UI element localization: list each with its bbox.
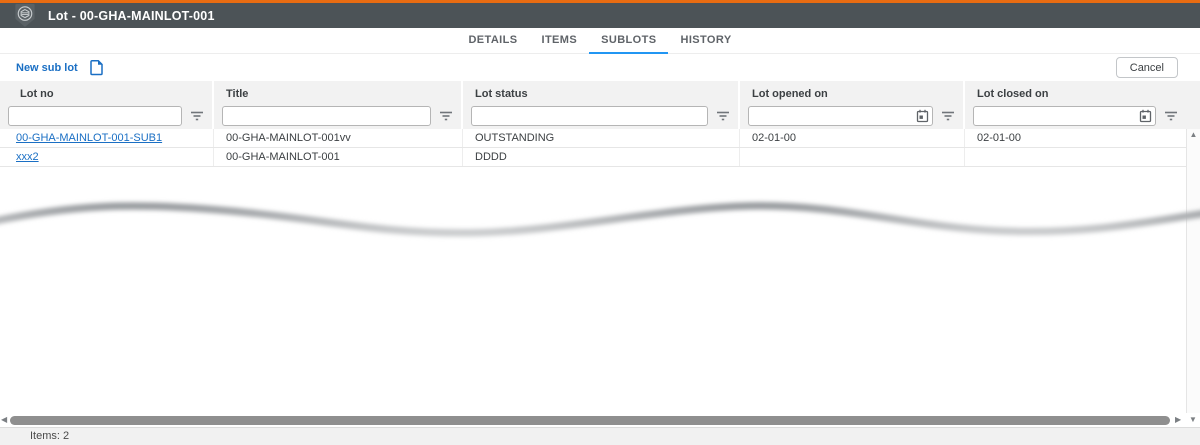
column-headers-row: Lot no Title Lot status Lot opened on Lo…	[0, 81, 1200, 103]
cell-lot-status: OUTSTANDING	[463, 129, 740, 147]
filter-cell-title	[214, 103, 463, 129]
table-row: xxx2 00-GHA-MAINLOT-001 DDDD	[0, 148, 1186, 167]
filter-input-lot-closed-on[interactable]	[973, 106, 1156, 126]
horizontal-scrollbar[interactable]: ◀ ▶ ▼	[0, 413, 1200, 427]
filter-list-icon[interactable]	[439, 111, 453, 121]
cell-lot-no: xxx2	[0, 148, 214, 166]
tab-items[interactable]: ITEMS	[529, 28, 589, 54]
items-count: Items: 2	[30, 430, 69, 442]
scroll-down-arrow-icon[interactable]: ▼	[1189, 413, 1197, 427]
lot-link[interactable]: xxx2	[16, 151, 39, 163]
calendar-icon[interactable]	[1139, 109, 1152, 128]
tab-bar: DETAILS ITEMS SUBLOTS HISTORY	[0, 28, 1200, 54]
toolbar: New sub lot Cancel	[0, 54, 1200, 81]
cell-lot-closed-on	[965, 148, 1186, 166]
scroll-up-arrow-icon[interactable]: ▲	[1187, 130, 1200, 140]
lot-link[interactable]: 00-GHA-MAINLOT-001-SUB1	[16, 132, 162, 144]
filter-input-title[interactable]	[222, 106, 431, 126]
filter-list-icon[interactable]	[1164, 111, 1178, 121]
filter-cell-lot-status	[463, 103, 740, 129]
filter-input-lot-status[interactable]	[471, 106, 708, 126]
filter-list-icon[interactable]	[941, 111, 955, 121]
lot-window: Lot - 00-GHA-MAINLOT-001 DETAILS ITEMS S…	[0, 0, 1200, 445]
cell-lot-no: 00-GHA-MAINLOT-001-SUB1	[0, 129, 214, 147]
filter-list-icon[interactable]	[716, 111, 730, 121]
cell-lot-opened-on	[740, 148, 965, 166]
tab-history[interactable]: HISTORY	[668, 28, 743, 54]
cell-title: 00-GHA-MAINLOT-001vv	[214, 129, 463, 147]
cell-lot-closed-on: 02-01-00	[965, 129, 1186, 147]
filter-cell-lot-opened-on	[740, 103, 965, 129]
column-header-lot-closed-on[interactable]: Lot closed on	[965, 81, 1186, 103]
column-header-lot-opened-on[interactable]: Lot opened on	[740, 81, 965, 103]
tab-sublots[interactable]: SUBLOTS	[589, 28, 668, 54]
new-document-icon[interactable]	[89, 59, 104, 76]
title-bar: Lot - 00-GHA-MAINLOT-001	[0, 3, 1200, 28]
filter-cell-lot-no	[0, 103, 214, 129]
tab-details[interactable]: DETAILS	[456, 28, 529, 54]
filter-input-lot-no[interactable]	[8, 106, 182, 126]
scroll-left-arrow-icon[interactable]: ◀	[1, 413, 7, 427]
column-header-lot-status[interactable]: Lot status	[463, 81, 740, 103]
grid-rows: 00-GHA-MAINLOT-001-SUB1 00-GHA-MAINLOT-0…	[0, 129, 1186, 167]
filter-list-icon[interactable]	[190, 111, 204, 121]
new-sublot-label: New sub lot	[16, 62, 78, 74]
scroll-right-arrow-icon[interactable]: ▶	[1175, 413, 1181, 427]
cell-lot-status: DDDD	[463, 148, 740, 166]
horizontal-scrollbar-thumb[interactable]	[10, 416, 1170, 425]
cell-lot-opened-on: 02-01-00	[740, 129, 965, 147]
column-header-title[interactable]: Title	[214, 81, 463, 103]
app-logo-shield-layers-icon	[13, 3, 37, 28]
new-sublot-button[interactable]: New sub lot	[16, 59, 104, 76]
vertical-scrollbar[interactable]: ▲	[1186, 129, 1200, 413]
grid-header: Lot no Title Lot status Lot opened on Lo…	[0, 81, 1200, 129]
wave-tear-decoration	[0, 185, 1200, 255]
calendar-icon[interactable]	[916, 109, 929, 128]
filter-cell-lot-closed-on	[965, 103, 1186, 129]
cancel-button[interactable]: Cancel	[1116, 57, 1178, 78]
cell-title: 00-GHA-MAINLOT-001	[214, 148, 463, 166]
filter-input-lot-opened-on[interactable]	[748, 106, 933, 126]
filter-row	[0, 103, 1200, 129]
table-row: 00-GHA-MAINLOT-001-SUB1 00-GHA-MAINLOT-0…	[0, 129, 1186, 148]
status-bar: Items: 2	[0, 427, 1200, 445]
page-title: Lot - 00-GHA-MAINLOT-001	[48, 9, 215, 23]
column-header-lot-no[interactable]: Lot no	[0, 81, 214, 103]
